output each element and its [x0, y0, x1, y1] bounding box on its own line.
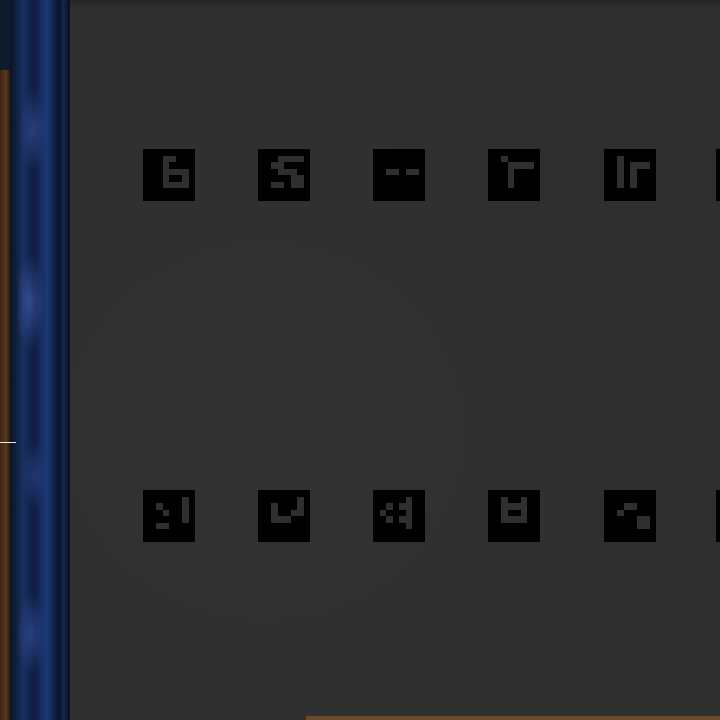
- marker-cell: [277, 181, 284, 188]
- blue-pillar: [10, 0, 70, 720]
- marker-r2c1: [143, 490, 195, 542]
- marker-r2c4: [488, 490, 540, 542]
- marker-cell: [405, 522, 412, 529]
- pillar-edge: [62, 0, 70, 720]
- crosshair-icon: [0, 442, 16, 443]
- marker-cell: [386, 503, 393, 510]
- marker-r1c2: [258, 149, 310, 201]
- marker-cell: [297, 155, 304, 162]
- marker-r1c4: [488, 149, 540, 201]
- floor-edge: [306, 716, 720, 720]
- marker-cell: [507, 181, 514, 188]
- marker-cell: [162, 509, 169, 516]
- marker-cell: [284, 516, 291, 523]
- marker-cell: [527, 162, 534, 169]
- marker-r1c5: [604, 149, 656, 201]
- marker-r2c3: [373, 490, 425, 542]
- back-wall: [70, 0, 720, 720]
- wooden-post: [0, 70, 10, 720]
- pillar-top: [0, 0, 10, 70]
- marker-cell: [169, 155, 176, 162]
- marker-cell: [182, 181, 189, 188]
- marker-cell: [630, 503, 637, 510]
- marker-cell: [643, 522, 650, 529]
- marker-cell: [297, 181, 304, 188]
- marker-partial-r2: [716, 490, 720, 542]
- marker-cell: [630, 181, 637, 188]
- marker-cell: [643, 162, 650, 169]
- marker-cell: [182, 516, 189, 523]
- marker-r2c5: [604, 490, 656, 542]
- marker-cell: [617, 509, 624, 516]
- wall-top-shadow: [70, 0, 720, 8]
- marker-r1c1: [143, 149, 195, 201]
- marker-partial-r1: [716, 149, 720, 201]
- marker-cell: [412, 168, 419, 175]
- marker-r2c2: [258, 490, 310, 542]
- marker-cell: [297, 509, 304, 516]
- marker-cell: [386, 516, 393, 523]
- marker-cell: [520, 516, 527, 523]
- marker-cell: [162, 522, 169, 529]
- marker-cell: [617, 181, 624, 188]
- game-viewport[interactable]: [0, 0, 720, 720]
- marker-cell: [392, 168, 399, 175]
- marker-r1c3: [373, 149, 425, 201]
